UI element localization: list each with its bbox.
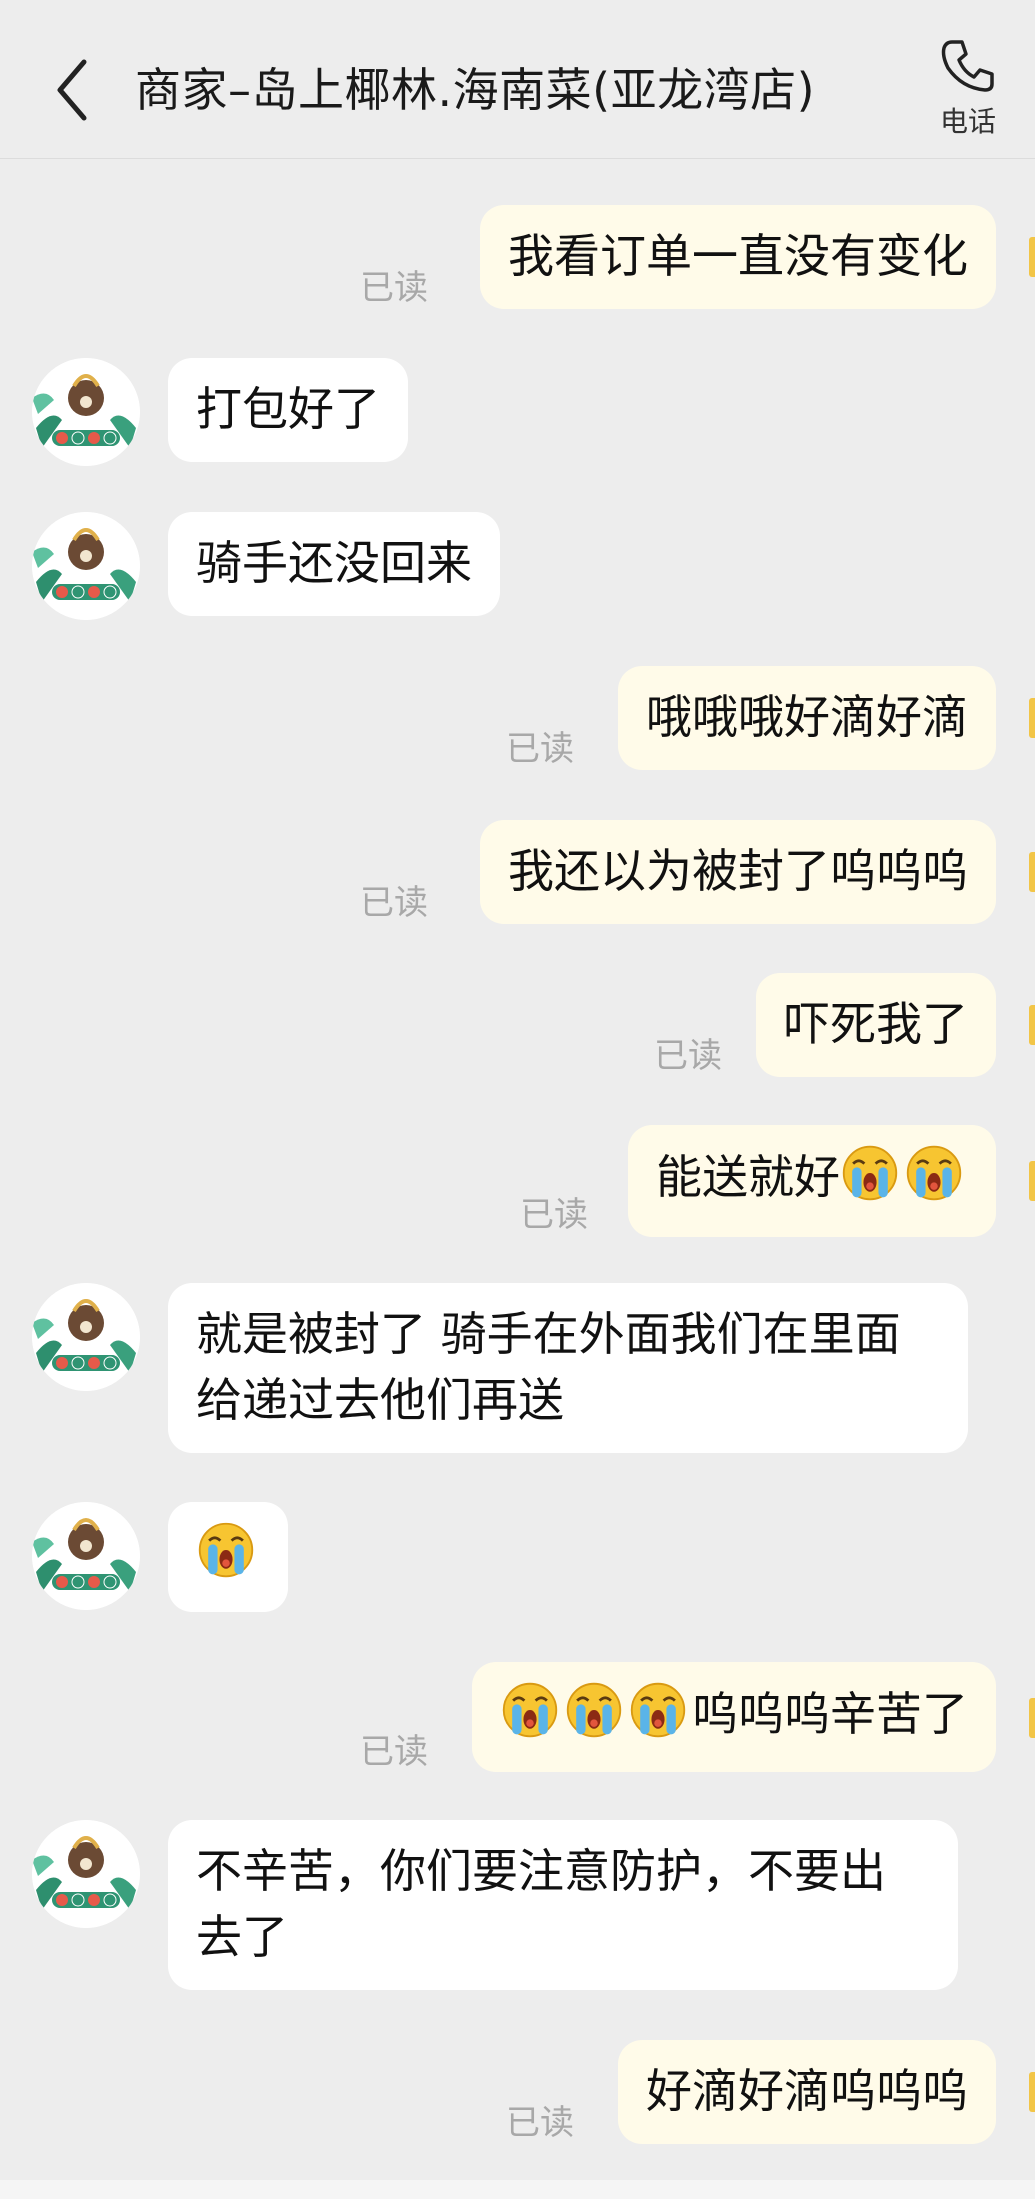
- message-row: 已读 我还以为被封了呜呜呜: [0, 820, 1035, 930]
- message-bubble[interactable]: 哦哦哦好滴好滴: [618, 666, 996, 770]
- input-bar-edge: [0, 2180, 1035, 2199]
- read-status: 已读: [654, 1036, 722, 1076]
- message-row: 打包好了: [0, 358, 1035, 468]
- message-bubble[interactable]: 打包好了: [168, 358, 408, 462]
- message-bubble[interactable]: 骑手还没回来: [168, 512, 500, 616]
- read-status: 已读: [360, 268, 428, 308]
- message-row: 已读 我看订单一直没有变化: [0, 205, 1035, 315]
- chat-title: 商家–岛上椰林.海南菜(亚龙湾店): [135, 63, 816, 117]
- message-row: 就是被封了 骑手在外面我们在里面给递过去他们再送: [0, 1283, 1035, 1455]
- message-bubble[interactable]: 能送就好: [628, 1125, 996, 1237]
- message-row: 骑手还没回来: [0, 512, 1035, 622]
- message-bubble[interactable]: 不辛苦，你们要注意防护，不要出去了: [168, 1820, 958, 1990]
- message-bubble[interactable]: 吓死我了: [756, 973, 996, 1077]
- message-bubble[interactable]: [168, 1502, 288, 1612]
- avatar[interactable]: [32, 1820, 140, 1928]
- message-text: 呜呜呜辛苦了: [692, 1687, 968, 1741]
- chevron-left-icon: [57, 59, 87, 121]
- crying-face-icon: [904, 1143, 964, 1203]
- avatar[interactable]: [32, 512, 140, 620]
- phone-icon: [941, 40, 994, 92]
- message-text: 能送就好: [656, 1150, 840, 1204]
- message-bubble[interactable]: 就是被封了 骑手在外面我们在里面给递过去他们再送: [168, 1283, 968, 1453]
- edge-marker: [1029, 1161, 1035, 1201]
- read-status: 已读: [360, 1732, 428, 1772]
- read-status: 已读: [506, 729, 574, 769]
- edge-marker: [1029, 1698, 1035, 1738]
- crying-face-icon: [196, 1520, 256, 1580]
- crying-face-icon: [500, 1680, 560, 1740]
- avatar[interactable]: [32, 1283, 140, 1391]
- message-row: [0, 1502, 1035, 1614]
- read-status: 已读: [360, 883, 428, 923]
- shop-logo-icon: [32, 358, 140, 466]
- edge-marker: [1029, 1005, 1035, 1045]
- message-row: 已读 能送就好: [0, 1125, 1035, 1240]
- read-status: 已读: [506, 2103, 574, 2143]
- message-bubble[interactable]: 我看订单一直没有变化: [480, 205, 996, 309]
- shop-logo-icon: [32, 1502, 140, 1610]
- chat-header: 商家–岛上椰林.海南菜(亚龙湾店) 电话: [0, 0, 1035, 159]
- crying-face-icon: [564, 1680, 624, 1740]
- message-bubble[interactable]: 我还以为被封了呜呜呜: [480, 820, 996, 924]
- message-row: 已读 哦哦哦好滴好滴: [0, 666, 1035, 776]
- edge-marker: [1029, 852, 1035, 892]
- phone-button[interactable]: 电话: [928, 36, 1008, 146]
- edge-marker: [1029, 698, 1035, 738]
- shop-logo-icon: [32, 1283, 140, 1391]
- shop-logo-icon: [32, 512, 140, 620]
- edge-marker: [1029, 2072, 1035, 2112]
- crying-face-icon: [628, 1680, 688, 1740]
- shop-logo-icon: [32, 1820, 140, 1928]
- message-row: 已读 呜呜呜辛苦了: [0, 1662, 1035, 1777]
- message-row: 不辛苦，你们要注意防护，不要出去了: [0, 1820, 1035, 1992]
- crying-face-icon: [840, 1143, 900, 1203]
- edge-marker: [1029, 237, 1035, 277]
- message-bubble[interactable]: 好滴好滴呜呜呜: [618, 2040, 996, 2144]
- message-bubble[interactable]: 呜呜呜辛苦了: [472, 1662, 996, 1772]
- read-status: 已读: [520, 1195, 588, 1235]
- phone-label: 电话: [939, 105, 996, 138]
- avatar[interactable]: [32, 1502, 140, 1610]
- avatar[interactable]: [32, 358, 140, 466]
- message-row: 已读 吓死我了: [0, 973, 1035, 1083]
- message-row: 已读 好滴好滴呜呜呜: [0, 2040, 1035, 2150]
- back-button[interactable]: [46, 50, 106, 130]
